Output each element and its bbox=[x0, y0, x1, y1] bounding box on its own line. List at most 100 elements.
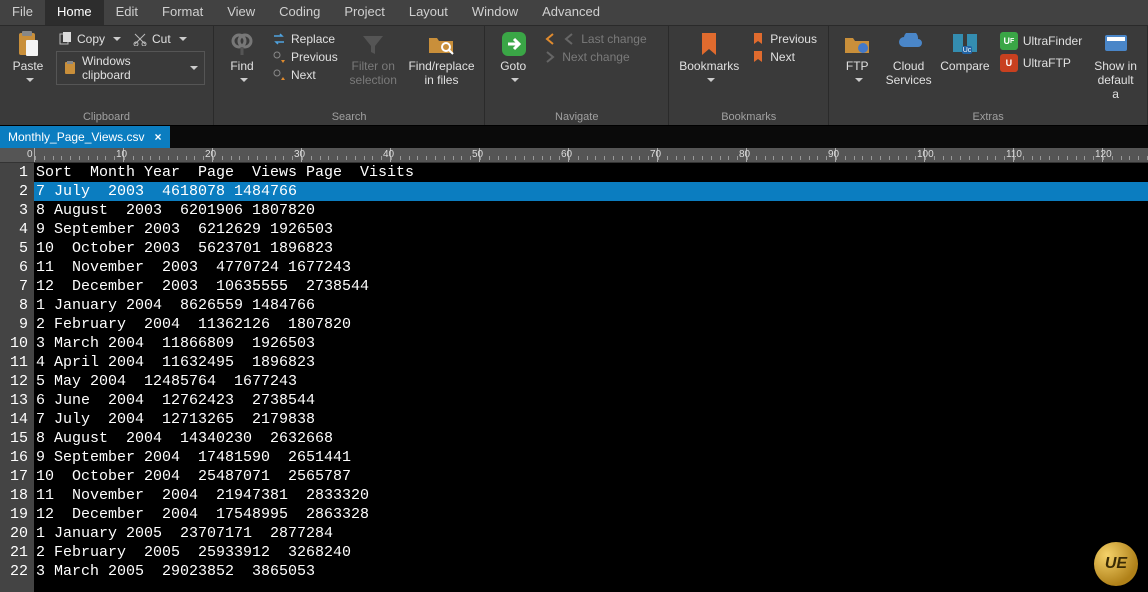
code-line[interactable]: Sort Month Year Page Views Page Visits bbox=[34, 163, 1148, 182]
file-tab-name: Monthly_Page_Views.csv bbox=[8, 130, 145, 144]
line-number: 17 bbox=[0, 467, 28, 486]
bookmark-icon bbox=[696, 31, 722, 57]
code-line[interactable]: 8 August 2003 6201906 1807820 bbox=[34, 201, 1148, 220]
code-line[interactable]: 7 July 2004 12713265 2179838 bbox=[34, 410, 1148, 429]
menu-home[interactable]: Home bbox=[45, 0, 104, 25]
find-replace-files-button[interactable]: Find/replace in files bbox=[403, 29, 481, 89]
menu-layout[interactable]: Layout bbox=[397, 0, 460, 25]
bookmark-prev-icon bbox=[751, 32, 765, 46]
windows-clipboard-button[interactable]: Windows clipboard bbox=[56, 51, 205, 85]
line-number: 18 bbox=[0, 486, 28, 505]
bookmark-next-button[interactable]: Next bbox=[749, 49, 819, 65]
next-button[interactable]: Next bbox=[270, 67, 340, 83]
line-number: 3 bbox=[0, 201, 28, 220]
line-number: 22 bbox=[0, 562, 28, 581]
cut-button[interactable]: Cut bbox=[131, 31, 189, 47]
code-line[interactable]: 6 June 2004 12762423 2738544 bbox=[34, 391, 1148, 410]
menu-file[interactable]: File bbox=[0, 0, 45, 25]
close-icon[interactable]: × bbox=[155, 130, 162, 144]
goto-button[interactable]: Goto bbox=[489, 29, 537, 89]
ribbon: Paste Copy Cut bbox=[0, 26, 1148, 126]
code-line[interactable]: 12 December 2003 10635555 2738544 bbox=[34, 277, 1148, 296]
line-number: 4 bbox=[0, 220, 28, 239]
line-number: 13 bbox=[0, 391, 28, 410]
editor[interactable]: 12345678910111213141516171819202122 Sort… bbox=[0, 163, 1148, 592]
filter-on-selection-button: Filter on selection bbox=[344, 29, 403, 89]
svg-text:Uc: Uc bbox=[963, 47, 972, 54]
ultraedit-logo: UE bbox=[1094, 542, 1138, 586]
line-number: 8 bbox=[0, 296, 28, 315]
line-number: 11 bbox=[0, 353, 28, 372]
ftp-button[interactable]: FTP bbox=[833, 29, 881, 89]
folder-search-icon bbox=[428, 31, 454, 57]
line-number: 16 bbox=[0, 448, 28, 467]
ultraftp-button[interactable]: U UltraFTP bbox=[998, 53, 1084, 73]
find-button[interactable]: Find bbox=[218, 29, 266, 89]
group-navigate: Goto Last change Next change Navigate bbox=[485, 26, 669, 125]
next-icon bbox=[272, 68, 286, 82]
arrow-right-dim-icon bbox=[543, 50, 557, 64]
code-line[interactable]: 9 September 2003 6212629 1926503 bbox=[34, 220, 1148, 239]
previous-button[interactable]: Previous bbox=[270, 49, 340, 65]
cloud-icon bbox=[896, 31, 922, 57]
code-line[interactable]: 2 February 2005 25933912 3268240 bbox=[34, 543, 1148, 562]
menu-edit[interactable]: Edit bbox=[104, 0, 150, 25]
show-in-default-button[interactable]: Show in default a bbox=[1088, 29, 1143, 103]
code-line[interactable]: 1 January 2005 23707171 2877284 bbox=[34, 524, 1148, 543]
line-number: 15 bbox=[0, 429, 28, 448]
code-line[interactable]: 12 December 2004 17548995 2863328 bbox=[34, 505, 1148, 524]
paste-icon bbox=[15, 31, 41, 57]
code-line[interactable]: 7 July 2003 4618078 1484766 bbox=[34, 182, 1148, 201]
ruler: 0102030405060708090100110120 bbox=[0, 148, 1148, 163]
copy-button[interactable]: Copy bbox=[56, 31, 123, 47]
ultrafinder-button[interactable]: UF UltraFinder bbox=[998, 31, 1084, 51]
code-line[interactable]: 2 February 2004 11362126 1807820 bbox=[34, 315, 1148, 334]
code-line[interactable]: 1 January 2004 8626559 1484766 bbox=[34, 296, 1148, 315]
compare-button[interactable]: Uc Compare bbox=[936, 29, 994, 75]
bookmark-previous-button[interactable]: Previous bbox=[749, 31, 819, 47]
group-extras: FTP Cloud Services Uc Compare UF UltraFi… bbox=[829, 26, 1148, 125]
line-number: 6 bbox=[0, 258, 28, 277]
group-label: Extras bbox=[833, 109, 1143, 125]
ruler-mark: 110 bbox=[1013, 148, 1102, 162]
code-line[interactable]: 10 October 2004 25487071 2565787 bbox=[34, 467, 1148, 486]
code-line[interactable]: 4 April 2004 11632495 1896823 bbox=[34, 353, 1148, 372]
code-line[interactable]: 11 November 2003 4770724 1677243 bbox=[34, 258, 1148, 277]
code-line[interactable]: 3 March 2004 11866809 1926503 bbox=[34, 334, 1148, 353]
menu-advanced[interactable]: Advanced bbox=[530, 0, 612, 25]
code-line[interactable]: 3 March 2005 29023852 3865053 bbox=[34, 562, 1148, 581]
menu-format[interactable]: Format bbox=[150, 0, 215, 25]
code-line[interactable]: 9 September 2004 17481590 2651441 bbox=[34, 448, 1148, 467]
menu-project[interactable]: Project bbox=[332, 0, 396, 25]
code-line[interactable]: 11 November 2004 21947381 2833320 bbox=[34, 486, 1148, 505]
group-bookmarks: Bookmarks Previous Next Bookmarks bbox=[669, 26, 829, 125]
menu-window[interactable]: Window bbox=[460, 0, 530, 25]
bookmarks-button[interactable]: Bookmarks bbox=[673, 29, 745, 89]
filter-icon bbox=[360, 31, 386, 57]
paste-button[interactable]: Paste bbox=[4, 29, 52, 89]
ruler-mark: 40 bbox=[390, 148, 479, 162]
replace-icon bbox=[272, 32, 286, 46]
code-line[interactable]: 8 August 2004 14340230 2632668 bbox=[34, 429, 1148, 448]
compare-icon: Uc bbox=[952, 31, 978, 57]
code-line[interactable]: 10 October 2003 5623701 1896823 bbox=[34, 239, 1148, 258]
code-area[interactable]: Sort Month Year Page Views Page Visits7 … bbox=[34, 163, 1148, 592]
ultraftp-icon: U bbox=[1000, 54, 1018, 72]
ruler-mark: 80 bbox=[746, 148, 835, 162]
arrow-left-icon bbox=[543, 32, 557, 46]
arrow-left-dim-icon bbox=[562, 32, 576, 46]
file-tab[interactable]: Monthly_Page_Views.csv × bbox=[0, 126, 170, 148]
code-line[interactable]: 5 May 2004 12485764 1677243 bbox=[34, 372, 1148, 391]
replace-button[interactable]: Replace bbox=[270, 31, 340, 47]
group-label: Clipboard bbox=[4, 109, 209, 125]
next-change-button: Next change bbox=[541, 49, 648, 65]
gutter: 12345678910111213141516171819202122 bbox=[0, 163, 34, 592]
ruler-mark: 50 bbox=[479, 148, 568, 162]
menu-coding[interactable]: Coding bbox=[267, 0, 332, 25]
ruler-mark: 100 bbox=[924, 148, 1013, 162]
group-label: Search bbox=[218, 109, 480, 125]
cloud-services-button[interactable]: Cloud Services bbox=[881, 29, 936, 89]
ruler-mark: 120 bbox=[1102, 148, 1148, 162]
ruler-mark: 90 bbox=[835, 148, 924, 162]
menu-view[interactable]: View bbox=[215, 0, 267, 25]
